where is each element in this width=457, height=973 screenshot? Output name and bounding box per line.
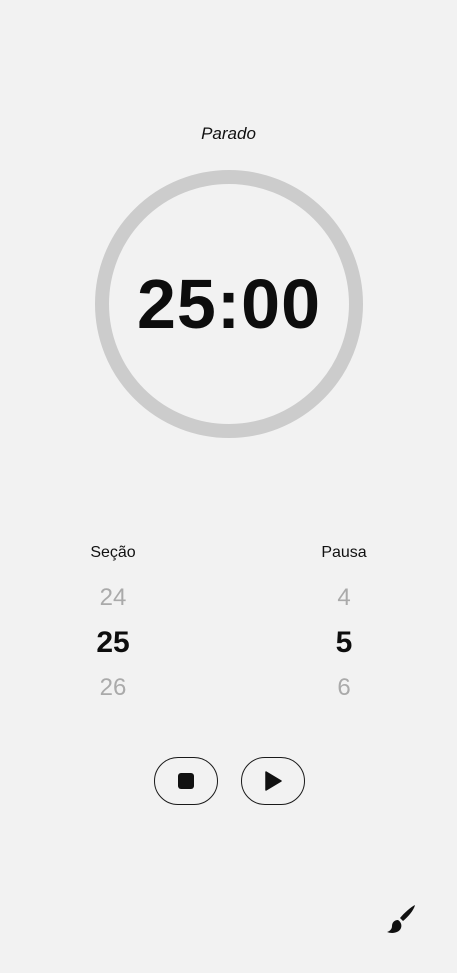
timer-display: 25:00 <box>136 265 322 343</box>
play-button[interactable] <box>241 757 305 805</box>
session-option-selected[interactable]: 25 <box>53 620 173 665</box>
stop-icon <box>178 773 194 789</box>
session-option-next[interactable]: 26 <box>53 665 173 710</box>
break-picker[interactable]: Pausa 4 5 6 <box>284 540 404 710</box>
break-option-selected[interactable]: 5 <box>284 620 404 665</box>
paintbrush-icon <box>387 905 415 933</box>
theme-button[interactable] <box>384 902 418 936</box>
timer-status: Parado <box>201 124 256 143</box>
session-picker[interactable]: Seção 24 25 26 <box>53 540 173 710</box>
timer-controls <box>0 757 457 805</box>
break-option-previous[interactable]: 4 <box>284 575 404 620</box>
break-picker-label: Pausa <box>321 544 367 561</box>
pomodoro-screen: Parado 25:00 Seção 24 25 26 Pausa 4 5 6 <box>0 0 457 973</box>
timer-ring: 25:00 <box>94 169 364 439</box>
play-icon <box>265 771 282 791</box>
session-picker-label: Seção <box>90 544 136 561</box>
break-option-next[interactable]: 6 <box>284 665 404 710</box>
stop-button[interactable] <box>154 757 218 805</box>
session-option-previous[interactable]: 24 <box>53 575 173 620</box>
